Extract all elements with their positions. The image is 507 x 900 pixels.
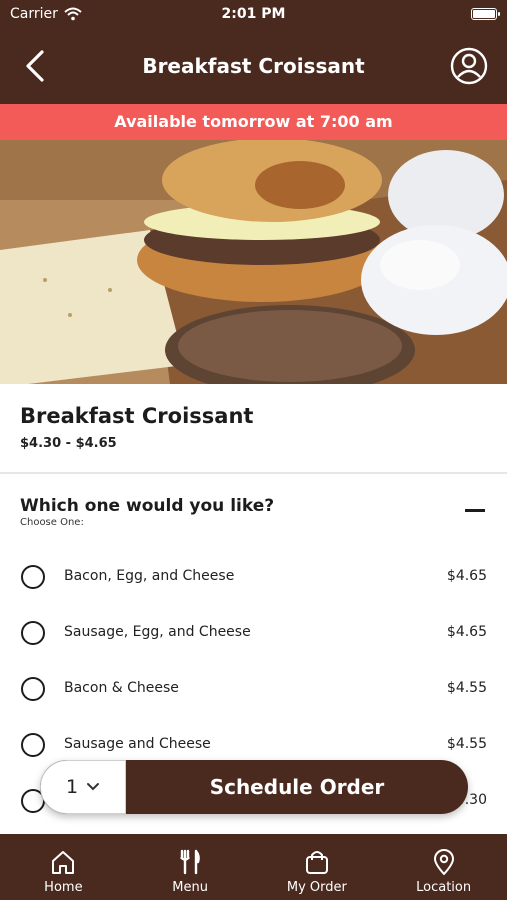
product-info: Breakfast Croissant $4.30 - $4.65 — [0, 384, 507, 474]
home-icon — [52, 851, 75, 874]
tab-location[interactable]: Location — [380, 834, 507, 900]
radio-button[interactable] — [21, 565, 45, 589]
status-bar: Carrier 2:01 PM — [0, 0, 507, 30]
option-label: Bacon, Egg, and Cheese — [64, 568, 235, 584]
back-chevron-icon[interactable] — [18, 48, 54, 84]
clock: 2:01 PM — [221, 6, 286, 22]
option-label: Bacon & Cheese — [64, 680, 179, 696]
option-row[interactable]: Bacon & Cheese $4.55 — [0, 661, 507, 717]
tab-label: Menu — [172, 880, 208, 895]
bag-icon — [305, 851, 328, 874]
radio-button[interactable] — [21, 621, 45, 645]
tab-my-order[interactable]: My Order — [254, 834, 381, 900]
radio-button[interactable] — [21, 733, 45, 757]
option-price: $4.55 — [446, 680, 487, 696]
profile-icon[interactable] — [449, 46, 489, 86]
quantity-selector[interactable]: 1 — [40, 760, 126, 814]
tab-label: Location — [416, 880, 472, 895]
tab-label: Home — [44, 880, 83, 895]
fork-knife-icon — [180, 849, 200, 875]
option-label: Sausage and Cheese — [64, 736, 211, 752]
option-label: Sausage, Egg, and Cheese — [64, 624, 251, 640]
tab-bar: Home Menu My Order Location — [0, 834, 507, 900]
tab-label: My Order — [286, 880, 347, 895]
product-image — [0, 140, 507, 384]
nav-bar: Breakfast Croissant — [0, 30, 507, 104]
location-pin-icon — [433, 849, 454, 875]
options-question: Which one would you like? — [20, 496, 275, 516]
option-price: $4.65 — [446, 624, 487, 640]
tab-menu[interactable]: Menu — [127, 834, 254, 900]
tab-home[interactable]: Home — [0, 834, 127, 900]
option-price: $4.55 — [446, 736, 487, 752]
availability-banner: Available tomorrow at 7:00 am — [0, 104, 507, 140]
chevron-down-icon — [87, 783, 100, 791]
product-price-range: $4.30 - $4.65 — [20, 436, 117, 451]
options-hint: Choose One: — [20, 517, 84, 528]
battery-icon — [471, 8, 500, 20]
option-row[interactable]: Bacon, Egg, and Cheese $4.65 — [0, 549, 507, 605]
schedule-order-button[interactable]: Schedule Order — [126, 760, 468, 814]
option-price: $4.65 — [446, 568, 487, 584]
collapse-minus-icon[interactable] — [465, 509, 485, 512]
order-bar: 1 Schedule Order — [40, 760, 468, 814]
radio-button[interactable] — [21, 677, 45, 701]
page-title: Breakfast Croissant — [142, 54, 365, 78]
product-name: Breakfast Croissant — [20, 404, 254, 428]
quantity-value: 1 — [65, 776, 79, 798]
option-row[interactable]: Sausage, Egg, and Cheese $4.65 — [0, 605, 507, 661]
